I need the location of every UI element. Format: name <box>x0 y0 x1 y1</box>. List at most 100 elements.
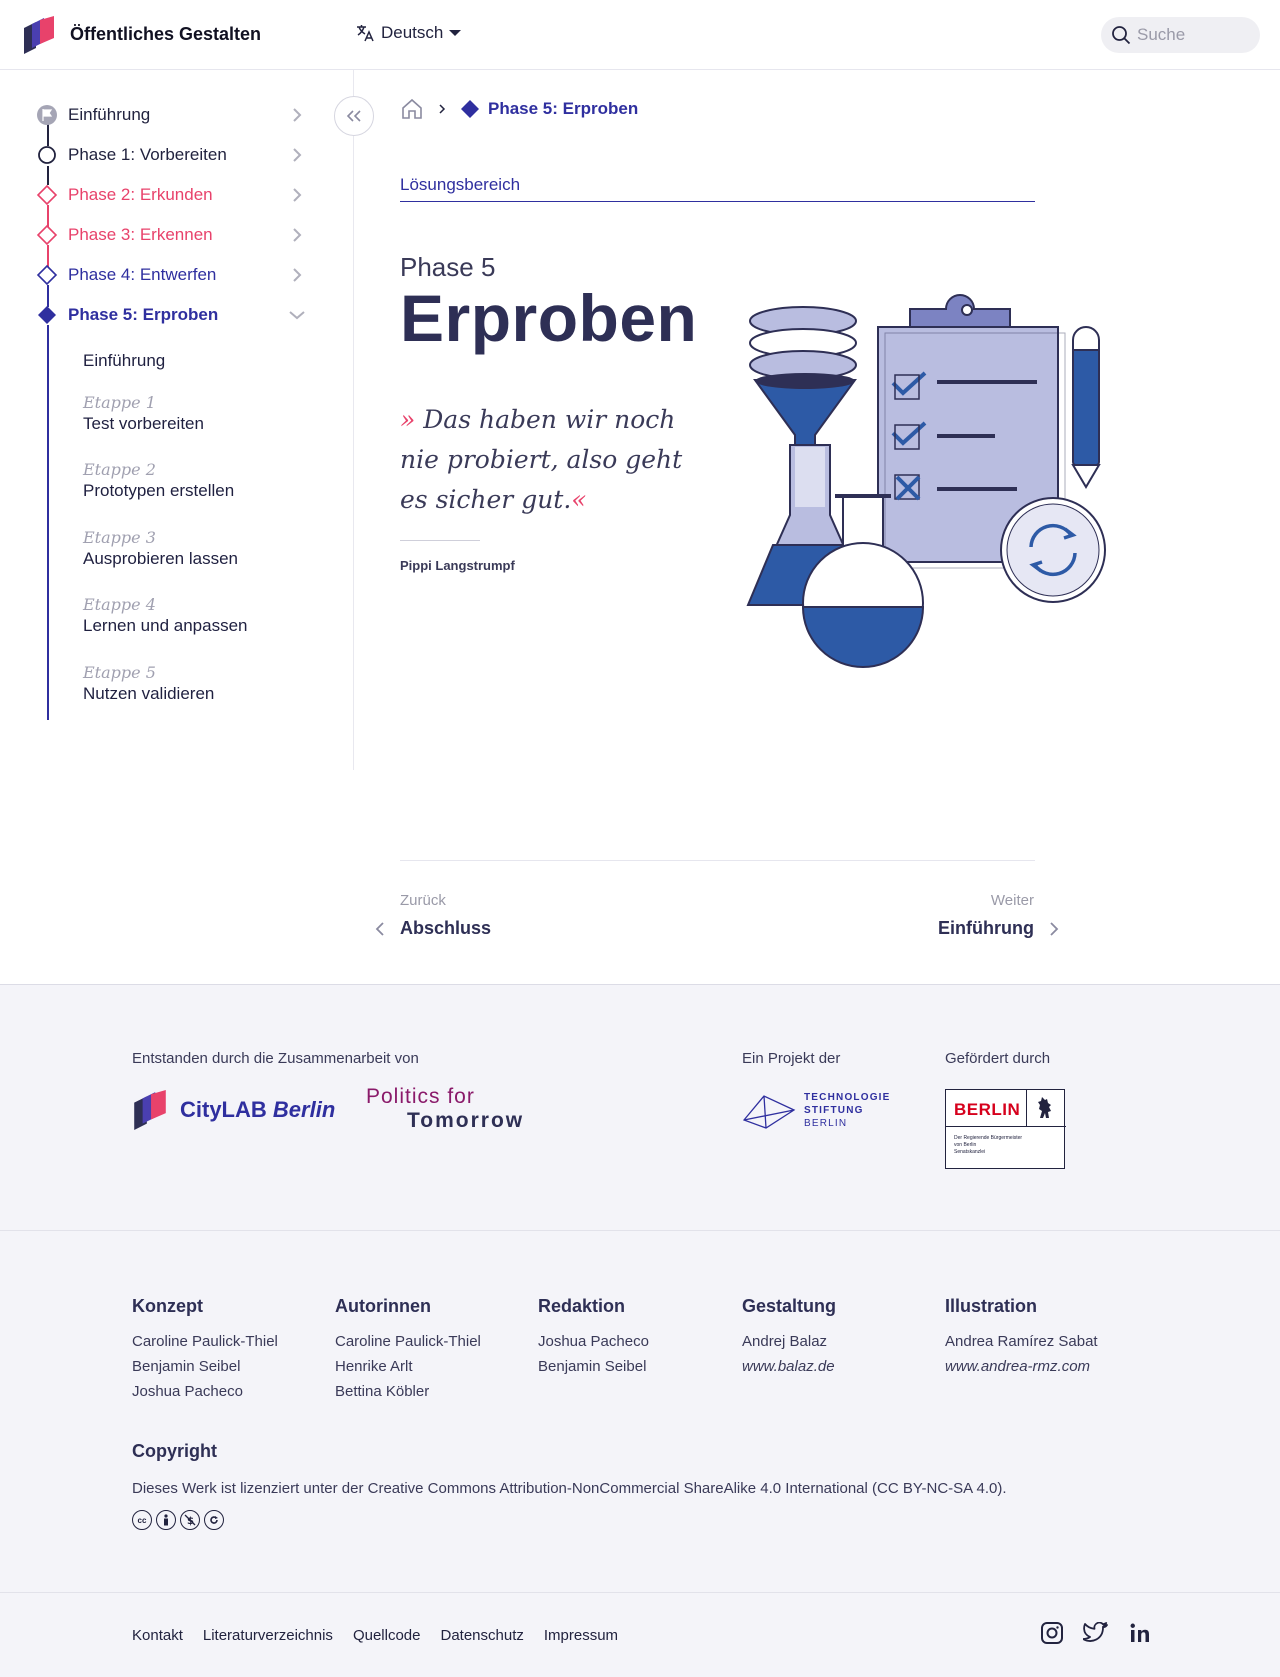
language-selector[interactable]: Deutsch <box>355 23 462 43</box>
copyright-text: Dieses Werk ist lizenziert unter der Cre… <box>132 1480 1007 1497</box>
divider <box>400 860 1035 861</box>
sidebar-subitem-etappe-1[interactable]: Etappe 1 Test vorbereiten <box>83 393 323 434</box>
credit-title: Autorinnen <box>335 1296 431 1316</box>
linkedin-icon[interactable] <box>1127 1620 1153 1646</box>
sidebar-subitem-etappe-4[interactable]: Etappe 4 Lernen und anpassen <box>83 595 323 636</box>
credit-website-link[interactable]: www.balaz.de <box>742 1354 932 1379</box>
divider <box>0 1592 1280 1593</box>
quote-open: » <box>400 405 416 434</box>
pager-previous-link[interactable]: Zurück Abschluss <box>372 892 491 939</box>
section-label: Lösungsbereich <box>400 175 1035 202</box>
sidebar-item-phase-2[interactable]: Phase 2: Erkunden <box>36 182 306 208</box>
sidebar-subitem-etappe-5[interactable]: Etappe 5 Nutzen validieren <box>83 663 323 704</box>
credit-website-link[interactable]: www.andrea-rmz.com <box>945 1354 1135 1379</box>
sidebar-subitem-einfuehrung[interactable]: Einführung <box>83 349 323 371</box>
home-icon[interactable] <box>400 97 424 121</box>
search-icon <box>1112 26 1131 45</box>
copyright-title: Copyright <box>132 1441 217 1461</box>
credits-konzept: Konzept Caroline Paulick-Thiel Benjamin … <box>132 1296 322 1404</box>
cc-by-icon <box>156 1510 176 1530</box>
subitem-label: Ausprobieren lassen <box>83 549 238 568</box>
nav-connector <box>47 325 49 720</box>
footer-link-literaturverzeichnis[interactable]: Literaturverzeichnis <box>203 1627 333 1644</box>
chevron-right-icon <box>288 187 306 203</box>
chevron-right-icon <box>288 267 306 283</box>
breadcrumb-current[interactable]: Phase 5: Erproben <box>460 99 638 119</box>
footer-link-datenschutz[interactable]: Datenschutz <box>440 1627 523 1644</box>
chevron-right-icon <box>1050 921 1059 936</box>
politics-for-tomorrow-logo[interactable]: Politics for Tomorrow <box>366 1085 522 1133</box>
chevron-left-icon <box>375 921 384 936</box>
chevron-right-icon <box>439 104 446 114</box>
quote-author: Pippi Langstrumpf <box>400 558 515 573</box>
citylab-mark-icon <box>134 1090 166 1130</box>
project-heading: Ein Projekt der <box>742 1050 841 1067</box>
pager-prev-label: Abschluss <box>400 918 492 938</box>
footer-link-kontakt[interactable]: Kontakt <box>132 1627 183 1644</box>
sidebar-item-phase-1[interactable]: Phase 1: Vorbereiten <box>36 142 306 168</box>
footer-links: Kontakt Literaturverzeichnis Quellcode D… <box>132 1627 618 1644</box>
diamond-marker-icon <box>36 264 58 286</box>
pager-next-link[interactable]: Weiter Einführung <box>938 892 1062 939</box>
subitem-kicker: Etappe 5 <box>83 663 156 682</box>
pager-next-small: Weiter <box>990 892 1034 909</box>
subitem-label: Test vorbereiten <box>83 414 204 433</box>
sidebar-item-label: Phase 1: Vorbereiten <box>68 145 227 164</box>
berlin-senate-logo[interactable]: BERLIN Der Regierende Bürgermeister von … <box>945 1089 1066 1169</box>
funded-heading: Gefördert durch <box>945 1050 1051 1067</box>
sidebar-item-phase-4[interactable]: Phase 4: Entwerfen <box>36 262 306 288</box>
credit-name: Joshua Pacheco <box>132 1383 243 1400</box>
instagram-icon[interactable] <box>1039 1620 1065 1646</box>
sidebar-item-einfuehrung[interactable]: Einführung <box>36 102 306 128</box>
sidebar-item-label: Phase 2: Erkunden <box>68 185 213 204</box>
social-links <box>1039 1620 1153 1646</box>
pager-next-label: Einführung <box>938 918 1034 938</box>
collab-heading: Entstanden durch die Zusammenarbeit von <box>132 1050 419 1067</box>
sidebar-subitem-etappe-2[interactable]: Etappe 2 Prototypen erstellen <box>83 460 323 501</box>
pft-line-1: Politics for <box>366 1085 475 1108</box>
citylab-logo[interactable]: CityLAB Berlin <box>132 1090 335 1130</box>
credit-name: Andrea Ramírez Sabat <box>945 1333 1098 1350</box>
subitem-kicker: Etappe 1 <box>83 393 156 412</box>
sidebar-item-label: Phase 4: Entwerfen <box>68 265 217 284</box>
breadcrumb-current-label: Phase 5: Erproben <box>488 99 639 118</box>
technologiestiftung-logo[interactable]: TECHNOLOGIE STIFTUNG BERLIN <box>742 1090 891 1130</box>
subitem-kicker: Etappe 2 <box>83 460 156 479</box>
subitem-label: Prototypen erstellen <box>83 481 235 500</box>
site-title[interactable]: Öffentliches Gestalten <box>70 24 261 45</box>
tsb-line: TECHNOLOGIE <box>804 1091 891 1103</box>
sidebar-item-phase-5[interactable]: Phase 5: Erproben <box>36 302 306 328</box>
search-input[interactable] <box>1137 25 1247 45</box>
cc-license-icons[interactable]: cc $ <box>132 1510 224 1530</box>
flag-icon <box>36 104 58 126</box>
quote-text: Das haben wir noch nie probiert, also ge… <box>400 405 683 514</box>
chevron-right-icon <box>288 147 306 163</box>
berlin-sub-line: Senatskanzlei <box>954 1149 986 1155</box>
footer-link-quellcode[interactable]: Quellcode <box>353 1627 421 1644</box>
credits-autorinnen: Autorinnen Caroline Paulick-Thiel Henrik… <box>335 1296 525 1404</box>
circle-marker-icon <box>36 144 58 166</box>
credits-illustration: Illustration Andrea Ramírez Sabat www.an… <box>945 1296 1135 1379</box>
lab-experiment-illustration <box>746 294 1106 668</box>
pager-prev-small: Zurück <box>400 892 446 909</box>
page-title: Erproben <box>400 281 698 355</box>
sidebar-item-label: Phase 5: Erproben <box>68 305 219 324</box>
cc-sa-icon <box>204 1510 224 1530</box>
subitem-label: Lernen und anpassen <box>83 616 248 635</box>
pager-prev-row: Abschluss <box>372 918 491 939</box>
quote-close: « <box>571 485 587 514</box>
sidebar-subitem-etappe-3[interactable]: Etappe 3 Ausprobieren lassen <box>83 528 323 569</box>
breadcrumb: Phase 5: Erproben <box>400 97 638 121</box>
quote: » Das haben wir noch nie probiert, also … <box>400 400 710 520</box>
sidebar-item-phase-3[interactable]: Phase 3: Erkennen <box>36 222 306 248</box>
caret-down-icon <box>449 30 462 36</box>
berlin-bear-icon <box>1038 1097 1051 1118</box>
footer-link-impressum[interactable]: Impressum <box>544 1627 618 1644</box>
search-box[interactable] <box>1101 17 1260 53</box>
credit-name: Andrej Balaz <box>742 1333 828 1350</box>
double-chevron-left-icon <box>346 110 361 122</box>
collapse-sidebar-button[interactable] <box>334 96 374 136</box>
diamond-marker-icon <box>36 184 58 206</box>
site-logo[interactable] <box>22 16 56 54</box>
twitter-icon[interactable] <box>1083 1620 1109 1646</box>
